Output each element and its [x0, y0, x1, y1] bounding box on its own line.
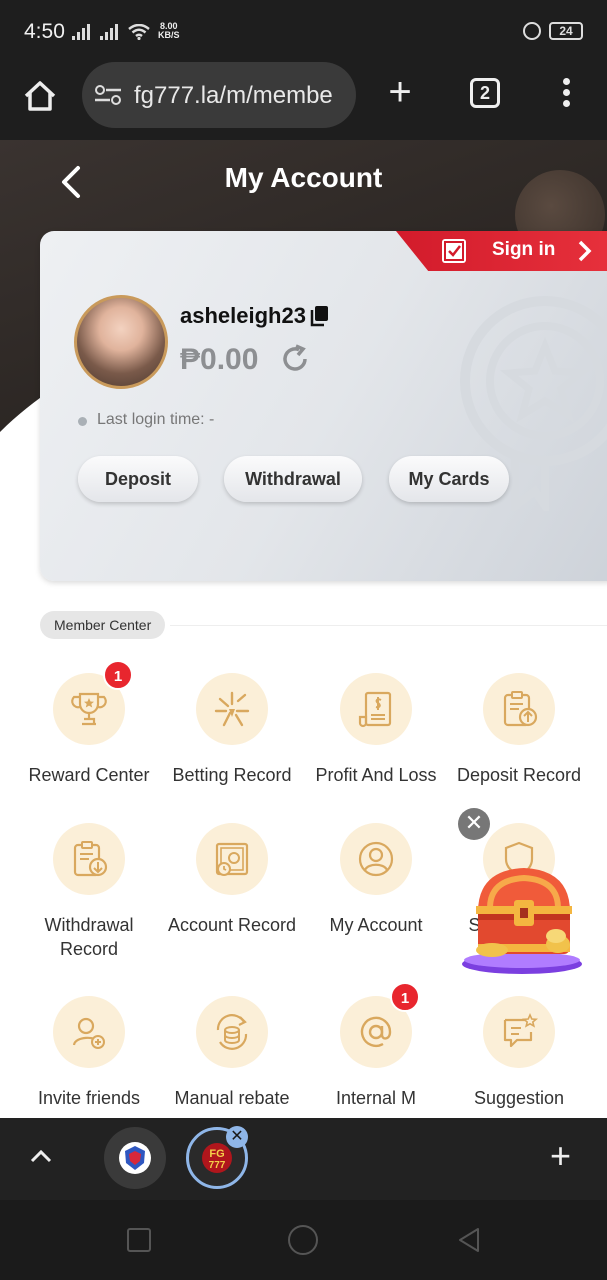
more-menu-icon[interactable] — [560, 78, 572, 112]
withdrawal-record-icon — [53, 823, 125, 895]
my-cards-button[interactable]: My Cards — [389, 456, 509, 502]
account-card: Sign in asheleigh23 ₱0.00 Last login tim… — [40, 231, 607, 581]
menu-item-label: Suggestion — [473, 1088, 565, 1108]
battery-icon: 24 — [549, 22, 583, 40]
status-time: 4:50 — [24, 20, 65, 43]
signal-icon — [72, 24, 90, 40]
menu-item-label: Reward Center — [28, 765, 150, 785]
menu-item-suggestion[interactable]: Suggestion — [444, 996, 594, 1110]
tab-favicon-1[interactable] — [104, 1127, 166, 1189]
treasure-chest-icon[interactable] — [460, 840, 590, 980]
page-title: My Account — [224, 162, 383, 193]
menu-item-label: Withdrawal Record — [44, 915, 134, 959]
url-text[interactable]: fg777.la/m/membe — [134, 82, 346, 110]
menu-item-account-record[interactable]: Account Record — [157, 823, 307, 937]
menu-item-label: My Account — [329, 915, 423, 935]
menu-item-label: Invite friends — [37, 1088, 141, 1108]
recent-apps-icon[interactable] — [127, 1228, 151, 1252]
divider — [170, 625, 607, 626]
menu-item-invite-friends[interactable]: Invite friends — [14, 996, 164, 1110]
back-nav-icon[interactable] — [456, 1226, 482, 1254]
menu-item-label: Account Record — [167, 915, 297, 935]
copy-icon[interactable] — [309, 305, 329, 327]
profit-loss-icon — [340, 673, 412, 745]
chevron-up-icon[interactable] — [28, 1146, 54, 1166]
status-icons: 8.00 KB/S — [72, 22, 180, 40]
menu-item-my-account[interactable]: My Account — [301, 823, 451, 937]
balance: ₱0.00 — [180, 343, 259, 376]
menu-item-label: Betting Record — [172, 765, 292, 785]
menu-item-profit-and-loss[interactable]: Profit And Loss — [301, 673, 451, 787]
menu-item-label: Manual rebate — [174, 1088, 290, 1108]
betting-record-icon — [196, 673, 268, 745]
avatar[interactable] — [74, 295, 168, 389]
address-bar[interactable]: fg777.la/m/membe — [82, 62, 356, 128]
refresh-icon[interactable] — [280, 344, 310, 374]
menu-item-reward-center[interactable]: Reward Center — [14, 673, 164, 787]
notification-badge: 1 — [390, 982, 420, 1012]
menu-item-manual-rebate[interactable]: Manual rebate — [157, 996, 307, 1110]
deposit-button[interactable]: Deposit — [78, 456, 198, 502]
browser-toolbar: fg777.la/m/membe + 2 — [0, 62, 607, 140]
home-icon[interactable] — [22, 78, 58, 114]
tab-switcher-button[interactable]: 2 — [470, 78, 500, 108]
signal-icon — [100, 24, 118, 40]
svg-text:777: 777 — [209, 1160, 226, 1171]
menu-item-withdrawal-record[interactable]: Withdrawal Record — [14, 823, 164, 961]
checkbox-icon[interactable] — [442, 239, 466, 263]
menu-item-label: Internal M — [335, 1088, 417, 1108]
close-tab-icon[interactable]: ✕ — [226, 1126, 248, 1148]
close-promo-button[interactable]: ✕ — [458, 808, 490, 840]
home-nav-icon[interactable] — [288, 1225, 318, 1255]
invite-friends-icon — [53, 996, 125, 1068]
page-content: My Account Sign in asheleigh23 ₱0.00 Las… — [0, 140, 607, 1118]
add-tab-button[interactable]: + — [550, 1138, 571, 1174]
svg-text:FG: FG — [209, 1148, 224, 1160]
menu-item-label: Deposit Record — [456, 765, 582, 785]
username: asheleigh23 — [180, 303, 306, 328]
system-nav-bar — [0, 1200, 607, 1280]
wifi-icon — [128, 24, 150, 40]
new-tab-button[interactable]: + — [384, 72, 416, 112]
menu-item-label: Profit And Loss — [315, 765, 437, 785]
net-speed-unit: KB/S — [158, 30, 180, 40]
status-bar: 4:50 8.00 KB/S 24 — [0, 0, 607, 62]
menu-item-betting-record[interactable]: Betting Record — [157, 673, 307, 787]
sign-in-label[interactable]: Sign in — [492, 239, 555, 261]
menu-item-deposit-record[interactable]: Deposit Record — [444, 673, 594, 787]
withdrawal-button[interactable]: Withdrawal — [224, 456, 362, 502]
rotation-lock-icon — [523, 22, 541, 40]
menu-item-internal-message[interactable]: Internal M — [301, 996, 451, 1110]
rebate-icon — [196, 996, 268, 1068]
member-center-title: Member Center — [40, 611, 166, 639]
browser-tab-strip: FG 777 ✕ + — [0, 1118, 607, 1200]
user-icon — [340, 823, 412, 895]
net-speed: 8.00 KB/S — [158, 22, 180, 40]
suggestion-icon — [483, 996, 555, 1068]
login-indicator-dot — [78, 417, 87, 426]
status-right: 24 — [523, 22, 583, 40]
notification-badge: 1 — [103, 660, 133, 690]
last-login-time: Last login time: - — [97, 411, 215, 428]
chevron-right-icon[interactable] — [574, 239, 594, 263]
site-settings-icon[interactable] — [94, 84, 122, 106]
account-record-icon — [196, 823, 268, 895]
deposit-record-icon — [483, 673, 555, 745]
